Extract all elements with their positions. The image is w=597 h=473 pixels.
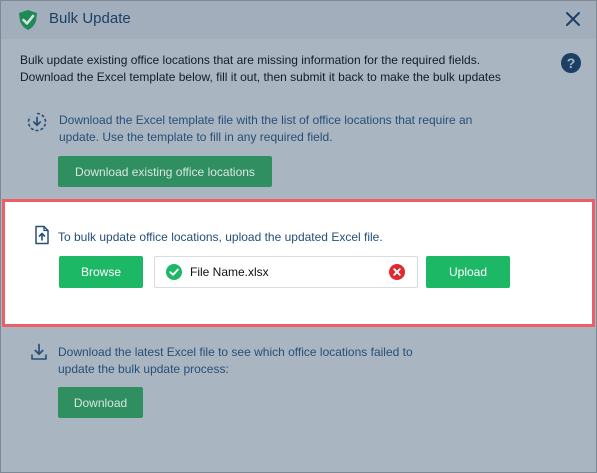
dialog-title: Bulk Update: [49, 10, 131, 27]
file-name: File Name.xlsx: [190, 265, 269, 279]
description-line: Download the Excel template below, fill …: [20, 70, 501, 84]
browse-button[interactable]: Browse: [59, 256, 143, 288]
download-button[interactable]: Download: [58, 387, 143, 418]
help-icon[interactable]: ?: [561, 53, 581, 73]
checkmark-shield-icon: [17, 9, 39, 31]
remove-circle-icon: [389, 264, 405, 280]
instruction-line: update. Use the template to fill in any …: [59, 130, 333, 144]
download-existing-locations-button[interactable]: Download existing office locations: [58, 156, 272, 187]
download-tray-icon: [29, 342, 49, 362]
bulk-update-dialog: Bulk Update Bulk update existing office …: [0, 0, 597, 473]
upload-button[interactable]: Upload: [426, 256, 510, 288]
download-circle-icon: [27, 112, 47, 132]
svg-text:?: ?: [567, 55, 576, 71]
instruction-line: Download the Excel template file with th…: [59, 113, 473, 127]
remove-file-button[interactable]: [389, 264, 405, 280]
close-button[interactable]: [561, 7, 585, 31]
instruction-line: Download the latest Excel file to see wh…: [58, 345, 413, 359]
upload-instructions: To bulk update office locations, upload …: [58, 230, 383, 244]
download-latest-instructions: Download the latest Excel file to see wh…: [58, 344, 498, 378]
instruction-line: update the bulk update process:: [58, 362, 229, 376]
download-template-instructions: Download the Excel template file with th…: [59, 112, 539, 146]
description-line: Bulk update existing office locations th…: [20, 53, 481, 67]
dialog-description: Bulk update existing office locations th…: [20, 52, 560, 86]
selected-file-field: File Name.xlsx: [154, 256, 418, 288]
close-icon: [566, 12, 580, 26]
dialog-titlebar: Bulk Update: [1, 1, 596, 39]
check-circle-icon: [166, 264, 182, 280]
upload-file-icon: [32, 225, 52, 245]
upload-section: To bulk update office locations, upload …: [2, 199, 595, 327]
